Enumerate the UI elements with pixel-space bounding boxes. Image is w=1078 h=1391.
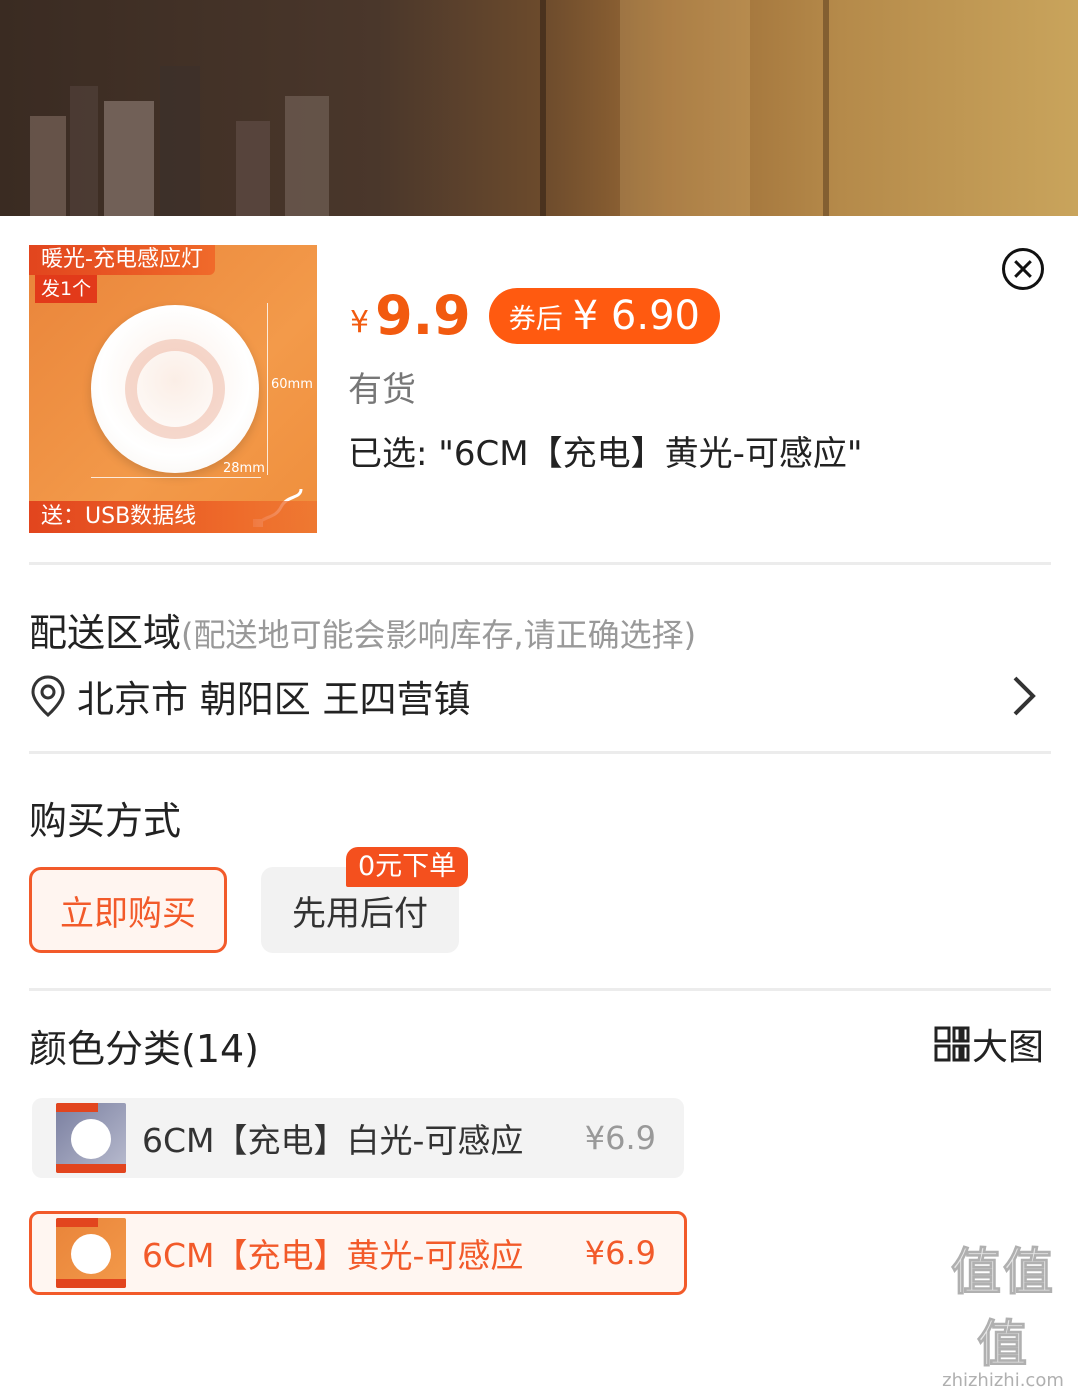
thumb-gift-tag: 送：USB数据线: [29, 501, 317, 533]
coupon-price: ¥ 6.90: [572, 293, 700, 339]
thumb-quantity-tag: 发1个: [35, 275, 98, 303]
sku-selection-sheet: 暖光-充电感应灯 发1个 60mm 28mm 送：USB数据线 ¥ 9.9 券后…: [0, 216, 1078, 1320]
delivery-hint: (配送地可能会影响库存,请正确选择): [181, 616, 697, 654]
pay-later-badge: 0元下单: [346, 847, 469, 887]
delivery-address-row[interactable]: 北京市 朝阳区 王四营镇: [29, 668, 1049, 724]
big-view-label: 大图: [972, 1027, 1045, 1068]
color-section-title: 颜色分类(14): [29, 1027, 260, 1071]
stock-status: 有货: [348, 370, 416, 410]
coupon-label: 券后: [508, 303, 563, 335]
close-icon[interactable]: [1002, 248, 1044, 290]
delivery-section-title: 配送区域(配送地可能会影响库存,请正确选择): [29, 602, 696, 657]
coupon-price-badge: 券后 ¥ 6.90: [488, 288, 720, 344]
color-option-warm-selected[interactable]: 6CM【充电】黄光-可感应 ¥6.9: [29, 1211, 687, 1295]
thumb-title-tag: 暖光-充电感应灯: [29, 245, 215, 275]
color-option-white[interactable]: 6CM【充电】白光-可感应 ¥6.9: [32, 1098, 684, 1178]
product-thumbnail[interactable]: 暖光-充电感应灯 发1个 60mm 28mm 送：USB数据线: [29, 245, 317, 533]
grid-icon: [934, 1026, 970, 1062]
delivery-address: 北京市 朝阳区 王四营镇: [77, 678, 471, 721]
variant-name: 6CM【充电】白光-可感应: [142, 1121, 524, 1160]
selected-variant-text: 已选: "6CM【充电】黄光-可感应": [348, 434, 863, 474]
watermark-logo: 值值值: [951, 1243, 1055, 1374]
price-row: ¥ 9.9 券后 ¥ 6.90: [350, 286, 720, 346]
currency-symbol: ¥: [350, 305, 370, 340]
dimension-line-vertical: [267, 303, 268, 475]
dimension-line-horizontal: [91, 477, 261, 478]
big-view-toggle[interactable]: 大图: [934, 1018, 1044, 1070]
lamp-sensor-ring: [125, 339, 225, 439]
variant-price: ¥6.9: [584, 1119, 656, 1157]
variant-thumbnail: [56, 1103, 126, 1173]
divider: [29, 562, 1051, 565]
divider: [29, 751, 1051, 754]
purchase-section-title: 购买方式: [29, 799, 182, 843]
variant-price: ¥6.9: [584, 1234, 656, 1272]
location-pin-icon: [31, 675, 65, 717]
product-hero-image: [0, 0, 1078, 216]
thumb-dim-depth: 28mm: [223, 461, 265, 476]
watermark-url: zhizhizhi.com: [942, 1370, 1064, 1391]
variant-name: 6CM【充电】黄光-可感应: [142, 1236, 524, 1275]
divider: [29, 988, 1051, 991]
chevron-right-icon[interactable]: [1003, 674, 1043, 718]
delivery-title: 配送区域: [29, 611, 182, 655]
thumb-dim-height: 60mm: [271, 377, 313, 392]
buy-now-option[interactable]: 立即购买: [29, 867, 227, 953]
variant-thumbnail: [56, 1218, 126, 1288]
site-watermark: 值值值 zhizhizhi.com: [928, 1232, 1078, 1391]
price: 9.9: [375, 284, 471, 347]
